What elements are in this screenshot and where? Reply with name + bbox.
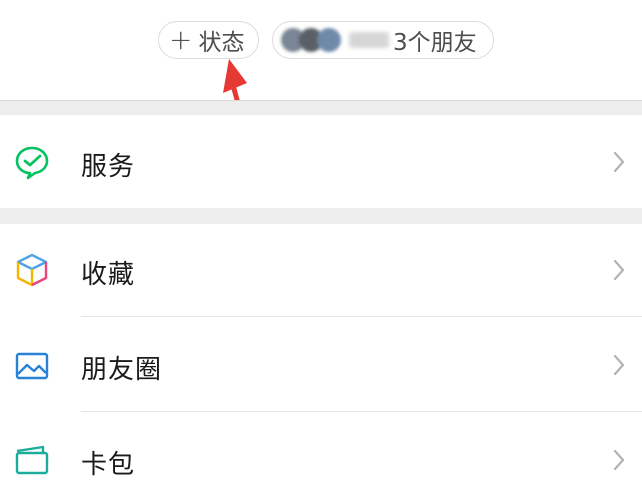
chevron-right-icon [613,449,625,471]
add-status-button[interactable]: + 状态 [158,21,259,59]
menu-item-cards[interactable]: 卡包 [0,412,642,497]
menu-item-label: 收藏 [81,260,136,290]
blurred-names [349,32,389,48]
section-separator [0,208,642,224]
chevron-right-icon [613,354,625,376]
chevron-right-icon [613,259,625,281]
friends-status-button[interactable]: 3个朋友 [272,21,494,59]
friends-count-label: 3个朋友 [393,30,477,56]
favorites-cube-icon [16,253,48,287]
menu-item-favorites[interactable]: 收藏 [0,224,642,317]
profile-status-area: + 状态 3个朋友 [0,0,642,100]
avatar [317,28,341,52]
add-status-label: 状态 [198,30,245,56]
me-page: + 状态 3个朋友 服务 收藏 朋友圈 卡包 [0,0,642,497]
friend-avatars [281,27,341,53]
menu-item-label: 朋友圈 [81,355,163,385]
plus-icon: + [169,23,193,56]
menu-item-moments[interactable]: 朋友圈 [0,318,642,412]
menu-item-label: 服务 [81,152,136,182]
chevron-right-icon [613,151,625,173]
services-check-icon [15,146,49,180]
row-divider [81,316,642,317]
section-separator [0,100,642,115]
moments-picture-icon [15,352,49,380]
menu-item-services[interactable]: 服务 [0,115,642,208]
menu-item-label: 卡包 [81,450,136,480]
card-wallet-icon [15,445,49,475]
